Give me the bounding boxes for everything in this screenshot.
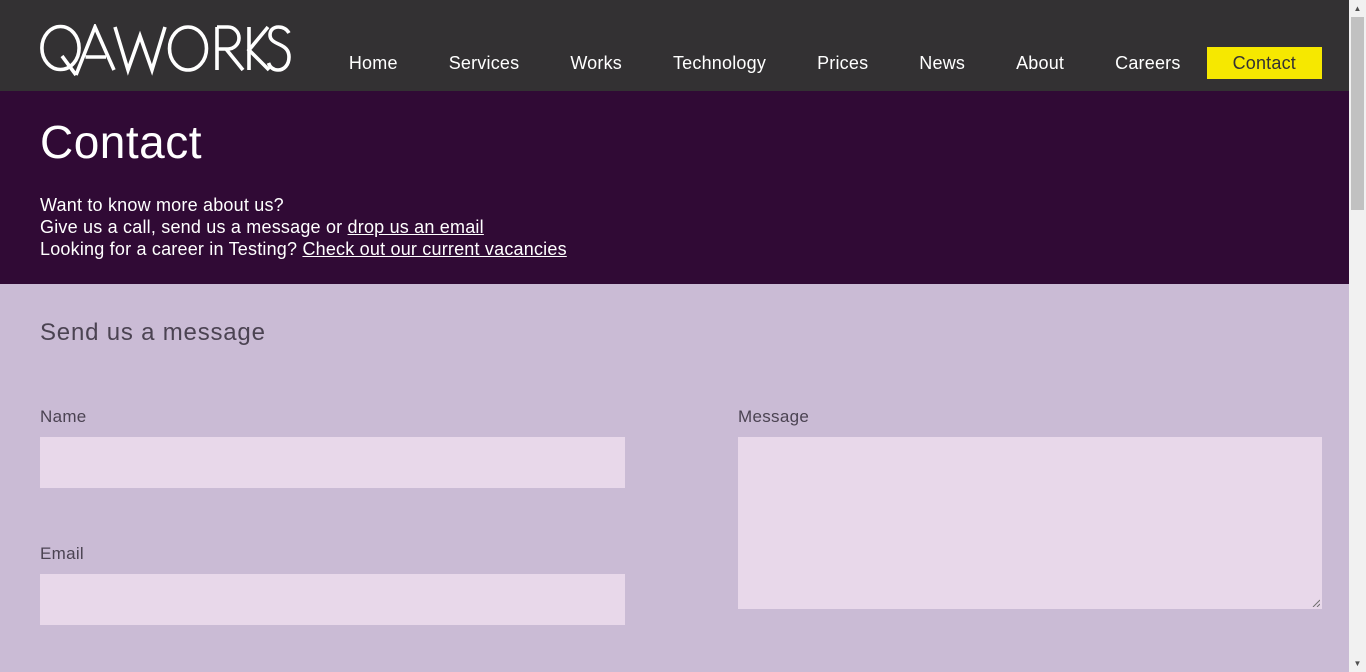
resize-grip-icon[interactable] — [1312, 599, 1320, 607]
email-input[interactable] — [40, 574, 625, 625]
contact-form: Send us a message Name Email Message — [0, 284, 1349, 672]
email-label: Email — [40, 544, 85, 563]
form-title: Send us a message — [40, 319, 266, 346]
intro-line-2-text: Give us a call, send us a message or — [40, 217, 348, 237]
page: Home Services Works Technology Prices Ne… — [0, 0, 1349, 672]
message-label: Message — [738, 407, 810, 426]
nav-prices[interactable]: Prices — [817, 47, 868, 79]
message-textarea[interactable] — [738, 437, 1322, 609]
page-scrollbar[interactable]: ▲ ▼ — [1349, 0, 1366, 672]
email-link[interactable]: drop us an email — [348, 217, 484, 237]
vacancies-link[interactable]: Check out our current vacancies — [302, 239, 566, 259]
nav-works[interactable]: Works — [570, 47, 622, 79]
name-input[interactable] — [40, 437, 625, 488]
intro-line-3: Looking for a career in Testing? Check o… — [40, 238, 567, 260]
main-nav: Home Services Works Technology Prices Ne… — [349, 47, 1322, 79]
nav-careers[interactable]: Careers — [1115, 47, 1180, 79]
page-title: Contact — [40, 116, 203, 168]
nav-news[interactable]: News — [919, 47, 965, 79]
name-label: Name — [40, 407, 87, 426]
nav-about[interactable]: About — [1016, 47, 1064, 79]
qaworks-logo-mark — [40, 24, 291, 77]
nav-technology[interactable]: Technology — [673, 47, 766, 79]
intro-line-1: Want to know more about us? — [40, 195, 284, 215]
intro-line-2: Give us a call, send us a message or dro… — [40, 216, 567, 238]
nav-contact[interactable]: Contact — [1206, 47, 1322, 79]
scroll-down-icon[interactable]: ▼ — [1349, 655, 1366, 672]
site-header: Home Services Works Technology Prices Ne… — [0, 0, 1349, 91]
contact-intro: Want to know more about us? Give us a ca… — [40, 194, 567, 260]
nav-services[interactable]: Services — [449, 47, 520, 79]
contact-hero: Contact Want to know more about us? Give… — [0, 91, 1349, 284]
scroll-thumb[interactable] — [1351, 17, 1364, 210]
intro-line-3-text: Looking for a career in Testing? — [40, 239, 303, 259]
scroll-up-icon[interactable]: ▲ — [1349, 0, 1366, 17]
nav-home[interactable]: Home — [349, 47, 398, 79]
qaworks-logo[interactable] — [40, 24, 292, 78]
